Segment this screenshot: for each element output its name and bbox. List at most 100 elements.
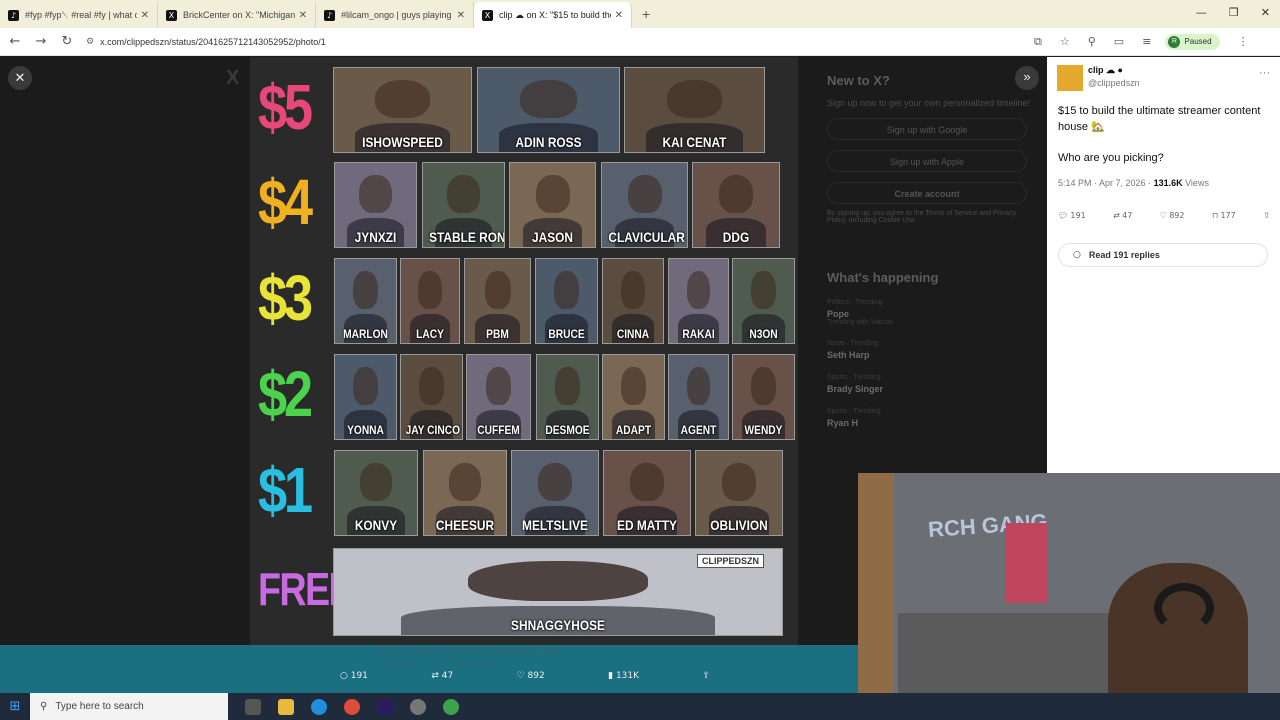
bookmark-button[interactable]: ⊓ 177	[1212, 211, 1236, 220]
trend-extra: Trending with Vatican	[827, 319, 894, 326]
close-tab-icon[interactable]: ✕	[299, 10, 307, 21]
reply-button[interactable]: 💬︎ 191	[1058, 211, 1086, 220]
portrait-head	[686, 270, 711, 310]
streamer-name: CINNA	[616, 327, 650, 341]
trend-context: Sports · Trending	[827, 408, 881, 415]
streamer-name: MARLON	[343, 327, 388, 341]
reload-icon[interactable]: ↻	[56, 34, 78, 49]
browser-tab-active[interactable]: Xclip ☁ on X: "$15 to build the ✕	[474, 2, 632, 28]
streamer-name: MELTSLIVE	[522, 517, 588, 533]
tweet-meta: 5:14 PM · Apr 7, 2026 · 131.6K Views	[1058, 178, 1209, 188]
obs-icon[interactable]	[410, 698, 426, 715]
author-name[interactable]: clip ☁ ●	[1088, 65, 1140, 76]
chrome-active-icon[interactable]	[443, 698, 459, 715]
streamer-name: JAY CINCO	[405, 423, 461, 437]
streamer-name: CLAVICULAR	[608, 229, 685, 245]
trend-context: Sports · Trending	[827, 374, 881, 381]
restore-icon[interactable]: ❐	[1229, 6, 1239, 19]
portrait-head	[375, 79, 430, 119]
photo-reply-button[interactable]: ○ 191	[340, 671, 368, 681]
minimize-icon[interactable]: —	[1196, 6, 1207, 19]
repost-button[interactable]: ⇄ 47	[1113, 211, 1132, 220]
tweet-author[interactable]: clip ☁ ● @clippedszn	[1057, 65, 1140, 91]
trend-topic: Brady Singer	[827, 384, 884, 394]
trend-item[interactable]: Politics · Trending Pope Trending with Va…	[827, 299, 1047, 326]
tier-list-image[interactable]: $5 ISHOWSPEED ADIN ROSS KAI CENAT $4 JYNXZI ST…	[250, 57, 798, 660]
streamer-card: WENDY	[732, 354, 795, 440]
tweet-actions: 💬︎ 191 ⇄ 47 ♡ 892 ⊓ 177 ⇧	[1058, 211, 1270, 220]
back-icon[interactable]: ←	[4, 34, 26, 49]
new-tab-button[interactable]: +	[642, 6, 650, 22]
forward-icon[interactable]: →	[30, 34, 52, 49]
photo-views-button[interactable]: ▮ 131K	[608, 671, 639, 681]
like-button[interactable]: ♡ 892	[1160, 211, 1185, 220]
menu-icon[interactable]: ⋮	[1238, 35, 1249, 48]
streamer-name: SHNAGGYHOSE	[511, 617, 605, 633]
close-tab-icon[interactable]: ✕	[615, 10, 623, 21]
trend-topic: Seth Harp	[827, 350, 870, 360]
premiere-icon[interactable]	[377, 698, 393, 715]
windows-start-icon[interactable]: ⊞	[0, 699, 30, 714]
extensions-icon[interactable]: ⚲	[1088, 35, 1096, 48]
apple-signup-button[interactable]: Sign up with Apple	[827, 150, 1027, 172]
create-account-button[interactable]: Create account	[827, 182, 1027, 204]
whats-happening-heading: What's happening	[827, 270, 939, 285]
share-button[interactable]: ⇧	[1263, 211, 1270, 220]
media-icon[interactable]: ≡	[1142, 35, 1151, 48]
trend-item[interactable]: Sports · Trending Brady Singer	[827, 374, 1047, 394]
taskbar-search-input[interactable]: ⚲ Type here to search	[30, 693, 228, 720]
bookmark-star-icon[interactable]: ☆	[1060, 35, 1070, 48]
tier-label: $1	[258, 454, 313, 526]
streamer-name: ADIN ROSS	[515, 134, 582, 150]
photo-like-button[interactable]: ♡ 892	[517, 671, 545, 681]
photo-action-bar: Don't miss what's happening People on X …	[0, 643, 860, 693]
portrait-head	[535, 174, 570, 214]
split-view-icon[interactable]: ▭	[1114, 35, 1124, 48]
profile-button[interactable]: R Paused	[1165, 33, 1220, 50]
address-bar[interactable]: ⚙ x.com/clippedszn/status/204162571214305…	[86, 32, 1016, 52]
share-icon: ⇧	[702, 671, 710, 681]
site-info-icon[interactable]: ⚙	[86, 37, 94, 47]
browser-tab[interactable]: X BrickCenter on X: "Michigan pr ✕	[158, 2, 316, 28]
portrait-head	[718, 174, 754, 214]
portrait-head	[418, 270, 442, 310]
portrait-head	[721, 462, 757, 502]
streamer-card: STABLE RONALDO	[422, 162, 505, 248]
more-options-icon[interactable]: ···	[1259, 67, 1270, 79]
browser-tab[interactable]: ♪#lilcam_ongo | guys playing vid✕	[316, 2, 474, 28]
streamer-card: RAKAI	[668, 258, 729, 344]
tweet-panel: clip ☁ ● @clippedszn ··· $15 to build th…	[1047, 57, 1280, 473]
file-explorer-icon[interactable]	[278, 698, 294, 715]
streamer-name: ADAPT	[615, 423, 652, 437]
close-tab-icon[interactable]: ✕	[141, 10, 149, 21]
tweet-text: $15 to build the ultimate streamer conte…	[1058, 105, 1261, 133]
streamer-card: BRUCE	[535, 258, 598, 344]
trend-item[interactable]: Sports · Trending Ryan H	[827, 408, 1047, 428]
x-logo-icon[interactable]: X	[226, 67, 239, 90]
author-avatar[interactable]	[1057, 65, 1083, 91]
install-icon[interactable]: ⧉	[1034, 35, 1042, 49]
close-photo-button[interactable]: ✕	[8, 66, 32, 90]
portrait-head	[621, 366, 646, 406]
close-tab-icon[interactable]: ✕	[457, 10, 465, 21]
task-view-icon[interactable]	[245, 698, 261, 715]
trend-topic: Pope	[827, 309, 850, 319]
photo-share-button[interactable]: ⇧	[702, 671, 710, 681]
portrait-head	[751, 366, 776, 406]
author-handle[interactable]: @clippedszn	[1088, 78, 1140, 88]
expand-panel-button[interactable]: »	[1015, 66, 1039, 90]
edge-icon[interactable]	[311, 698, 327, 715]
read-replies-button[interactable]: ○ Read 191 replies	[1058, 243, 1268, 267]
trend-context: News · Trending	[827, 340, 878, 347]
trend-item[interactable]: News · Trending Seth Harp	[827, 340, 1047, 360]
photo-repost-button[interactable]: ⇄ 47	[431, 671, 453, 681]
portrait-head	[627, 174, 662, 214]
streamer-name: RAKAI	[682, 327, 715, 341]
tweet-text-question: Who are you picking?	[1058, 152, 1164, 164]
streamer-card: CHEESUR	[423, 450, 507, 536]
close-window-icon[interactable]: ✕	[1261, 6, 1270, 19]
x-icon: X	[166, 9, 177, 21]
browser-tab[interactable]: ♪ #fyp #fyp␡ #real #fy | what do ✕	[0, 2, 158, 28]
chrome-icon[interactable]	[344, 698, 360, 715]
google-signup-button[interactable]: Sign up with Google	[827, 118, 1027, 140]
